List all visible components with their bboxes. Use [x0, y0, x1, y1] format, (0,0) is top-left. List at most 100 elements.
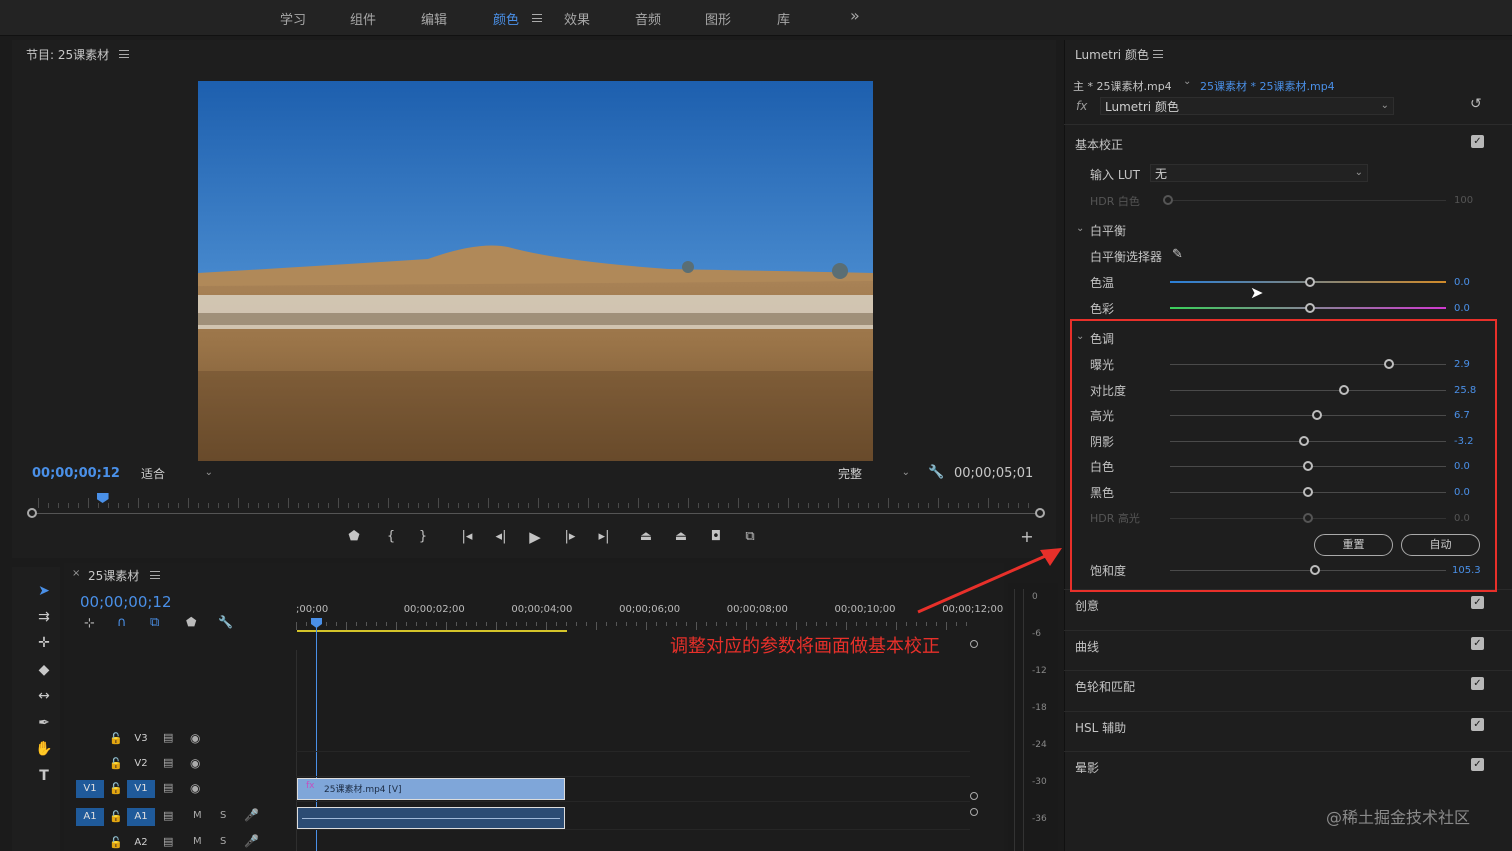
solo-button[interactable]: S: [220, 836, 226, 847]
source-patch-a1[interactable]: A1: [76, 808, 104, 826]
section-header-3[interactable]: HSL 辅助: [1075, 719, 1126, 736]
lock-icon[interactable]: 🔓: [109, 732, 123, 745]
add-marker-icon[interactable]: ⬟: [345, 528, 363, 546]
step-forward-icon[interactable]: |▸: [561, 528, 579, 546]
section-header-4[interactable]: 晕影: [1075, 759, 1099, 776]
section-header-2[interactable]: 色轮和匹配: [1075, 678, 1135, 695]
solo-button[interactable]: S: [220, 810, 226, 821]
mark-out-icon[interactable]: }: [414, 528, 432, 546]
basic-correction-enable-checkbox[interactable]: ✓: [1471, 135, 1484, 148]
section-enable-checkbox[interactable]: ✓: [1471, 596, 1484, 609]
lock-icon[interactable]: 🔓: [109, 782, 123, 795]
close-sequence-tab-icon[interactable]: ×: [72, 568, 80, 579]
basic-correction-header[interactable]: 基本校正: [1075, 136, 1123, 153]
selection-tool-icon[interactable]: ➤: [34, 581, 54, 601]
scrubber-out-handle[interactable]: [1035, 508, 1045, 518]
type-tool-icon[interactable]: T: [34, 766, 54, 786]
eye-icon[interactable]: ◉: [190, 731, 200, 745]
track-target-v2[interactable]: V2: [127, 755, 155, 773]
mark-in-icon[interactable]: {: [382, 528, 400, 546]
zoom-fit-dropdown[interactable]: 适合 ⌄: [137, 465, 217, 483]
snap-magnet-icon[interactable]: ∩: [117, 615, 127, 630]
section-enable-checkbox[interactable]: ✓: [1471, 758, 1484, 771]
sync-lock-icon[interactable]: ▤: [163, 809, 173, 822]
program-time-ruler[interactable]: [38, 496, 1034, 508]
lock-icon[interactable]: 🔓: [109, 836, 123, 849]
workspace-tab-editing[interactable]: 编辑: [421, 9, 447, 28]
mute-button[interactable]: M: [193, 836, 202, 847]
effect-instance-dropdown[interactable]: Lumetri 颜色 ⌄: [1100, 97, 1394, 115]
workspace-tab-audio[interactable]: 音频: [635, 9, 661, 28]
white-balance-header[interactable]: 白平衡: [1090, 222, 1126, 239]
comparison-view-icon[interactable]: ⧉: [741, 528, 759, 546]
go-to-in-icon[interactable]: |◂: [458, 528, 476, 546]
pen-tool-icon[interactable]: ✒: [34, 713, 54, 733]
microphone-icon[interactable]: 🎤: [244, 834, 259, 848]
tint-slider-thumb[interactable]: [1305, 303, 1315, 313]
section-enable-checkbox[interactable]: ✓: [1471, 717, 1484, 731]
workspace-overflow-icon[interactable]: »: [850, 6, 860, 25]
chevron-down-icon[interactable]: ⌄: [1183, 76, 1191, 87]
section-enable-checkbox[interactable]: ✓: [1471, 677, 1484, 690]
scrubber-in-handle[interactable]: [27, 508, 37, 518]
workspace-tab-libraries[interactable]: 库: [777, 9, 790, 28]
timeline-current-timecode[interactable]: 00;00;00;12: [80, 593, 172, 611]
linked-selection-icon[interactable]: ⧉: [150, 615, 159, 630]
timeline-scroll-handle-bottom[interactable]: [970, 808, 978, 816]
workspace-tab-effects[interactable]: 效果: [564, 9, 590, 28]
wrench-settings-icon[interactable]: 🔧: [928, 465, 944, 480]
export-frame-camera-icon[interactable]: ◘: [707, 528, 725, 546]
lift-icon[interactable]: ⏏: [637, 528, 655, 546]
razor-tool-icon[interactable]: ◆: [34, 660, 54, 680]
track-target-v1[interactable]: V1: [127, 780, 155, 798]
eye-icon[interactable]: ◉: [190, 781, 200, 795]
track-target-a2[interactable]: A2: [127, 834, 155, 851]
sync-lock-icon[interactable]: ▤: [163, 731, 173, 744]
hand-tool-icon[interactable]: ✋: [34, 739, 54, 759]
workspace-tab-assembly[interactable]: 组件: [350, 9, 376, 28]
lumetri-panel-menu-icon[interactable]: [1153, 50, 1163, 58]
slip-tool-icon[interactable]: ↔: [34, 686, 54, 706]
sync-lock-icon[interactable]: ▤: [163, 835, 173, 848]
program-panel-menu-icon[interactable]: [119, 50, 129, 58]
section-enable-checkbox[interactable]: ✓: [1471, 636, 1484, 650]
eye-icon[interactable]: ◉: [190, 756, 200, 770]
workspace-tab-color[interactable]: 颜色: [493, 9, 519, 28]
chevron-down-icon[interactable]: ⌄: [1076, 223, 1084, 234]
step-back-icon[interactable]: ◂|: [492, 528, 510, 546]
timeline-settings-wrench-icon[interactable]: 🔧: [218, 615, 233, 629]
track-target-a1[interactable]: A1: [127, 808, 155, 826]
sync-lock-icon[interactable]: ▤: [163, 781, 173, 794]
reset-effect-icon[interactable]: ↺: [1470, 96, 1482, 112]
work-area-bar[interactable]: [297, 630, 567, 632]
track-select-tool-icon[interactable]: ⇉: [34, 607, 54, 627]
timeline-zoom-handle[interactable]: [970, 640, 978, 648]
section-header-1[interactable]: 曲线: [1075, 638, 1099, 655]
workspace-menu-icon[interactable]: [532, 14, 542, 22]
mute-button[interactable]: M: [193, 810, 202, 821]
audio-clip-a1[interactable]: [297, 807, 565, 829]
video-clip-v1[interactable]: fx 25课素材.mp4 [V]: [297, 778, 565, 800]
program-current-timecode[interactable]: 00;00;00;12: [32, 466, 120, 481]
timeline-menu-icon[interactable]: [150, 571, 160, 579]
play-icon[interactable]: ▶: [526, 528, 544, 546]
section-header-0[interactable]: 创意: [1075, 597, 1099, 614]
source-master-clip[interactable]: 主 * 25课素材.mp4: [1073, 78, 1172, 94]
sequence-tab-title[interactable]: 25课素材: [88, 567, 139, 584]
lock-icon[interactable]: 🔓: [109, 810, 123, 823]
microphone-icon[interactable]: 🎤: [244, 808, 259, 822]
temperature-value[interactable]: 0.0: [1454, 277, 1470, 288]
go-to-out-icon[interactable]: ▸|: [595, 528, 613, 546]
timeline-scroll-handle-top[interactable]: [970, 792, 978, 800]
workspace-tab-learn[interactable]: 学习: [280, 9, 306, 28]
source-patch-v1[interactable]: V1: [76, 780, 104, 798]
add-marker-timeline-icon[interactable]: ⬟: [186, 615, 196, 629]
input-lut-dropdown[interactable]: 无 ⌄: [1150, 164, 1368, 182]
playback-quality-dropdown[interactable]: 完整 ⌄: [834, 465, 914, 483]
track-target-v3[interactable]: V3: [127, 730, 155, 748]
ripple-edit-tool-icon[interactable]: ✛: [34, 633, 54, 653]
lock-icon[interactable]: 🔓: [109, 757, 123, 770]
temperature-slider-thumb[interactable]: [1305, 277, 1315, 287]
extract-icon[interactable]: ⏏: [672, 528, 690, 546]
insert-nest-icon[interactable]: ⊹: [84, 616, 95, 631]
